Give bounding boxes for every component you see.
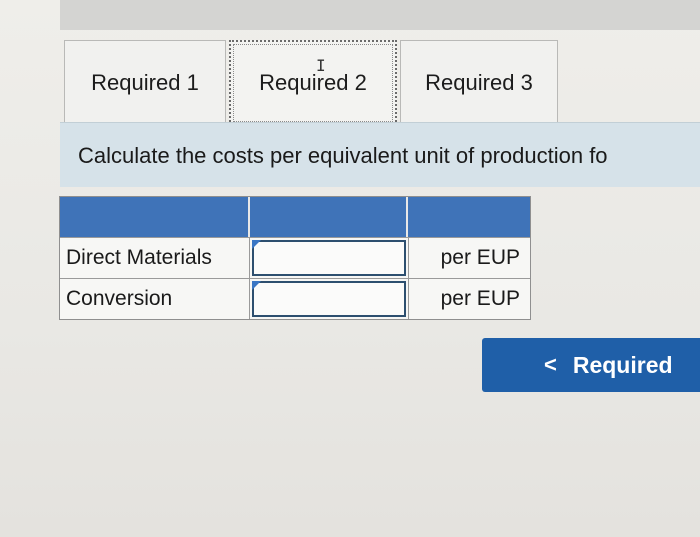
tab-required-1[interactable]: Required 1 xyxy=(64,40,226,126)
page-background: Required 1 Required 2 I Required 3 Calcu… xyxy=(0,0,700,537)
previous-required-label: Required xyxy=(572,351,673,378)
tab-required-2-label: Required 2 xyxy=(259,70,367,95)
row-label-conversion: Conversion xyxy=(60,279,250,319)
header-cell-unit xyxy=(408,197,528,237)
header-cell-label xyxy=(60,197,250,237)
tab-required-3[interactable]: Required 3 xyxy=(400,40,558,126)
table-row-conversion: Conversion per EUP xyxy=(60,278,530,319)
input-flag-icon xyxy=(252,240,261,249)
header-cell-value xyxy=(250,197,408,237)
top-strip xyxy=(60,0,700,30)
unit-direct-materials: per EUP xyxy=(408,238,528,278)
chevron-left-icon: < xyxy=(544,352,557,377)
table-row-direct-materials: Direct Materials per EUP xyxy=(60,237,530,278)
eup-cost-table: Direct Materials per EUP Conversion per … xyxy=(59,196,531,320)
input-cell-conversion xyxy=(250,279,408,319)
text-cursor-icon: I xyxy=(316,56,326,75)
tab-required-1-label: Required 1 xyxy=(91,70,199,95)
instruction-text: Calculate the costs per equivalent unit … xyxy=(78,143,608,168)
tab-required-2[interactable]: Required 2 xyxy=(229,40,397,126)
tab-required-3-label: Required 3 xyxy=(425,70,533,95)
previous-required-button[interactable]: < Required xyxy=(482,338,700,392)
row-label-direct-materials: Direct Materials xyxy=(60,238,250,278)
table-header-row xyxy=(60,197,530,237)
instruction-band: Calculate the costs per equivalent unit … xyxy=(60,122,700,187)
unit-conversion: per EUP xyxy=(408,279,528,319)
input-cell-direct-materials xyxy=(250,238,408,278)
input-flag-icon xyxy=(252,281,261,290)
conversion-cost-input[interactable] xyxy=(252,281,406,317)
direct-materials-cost-input[interactable] xyxy=(252,240,406,276)
